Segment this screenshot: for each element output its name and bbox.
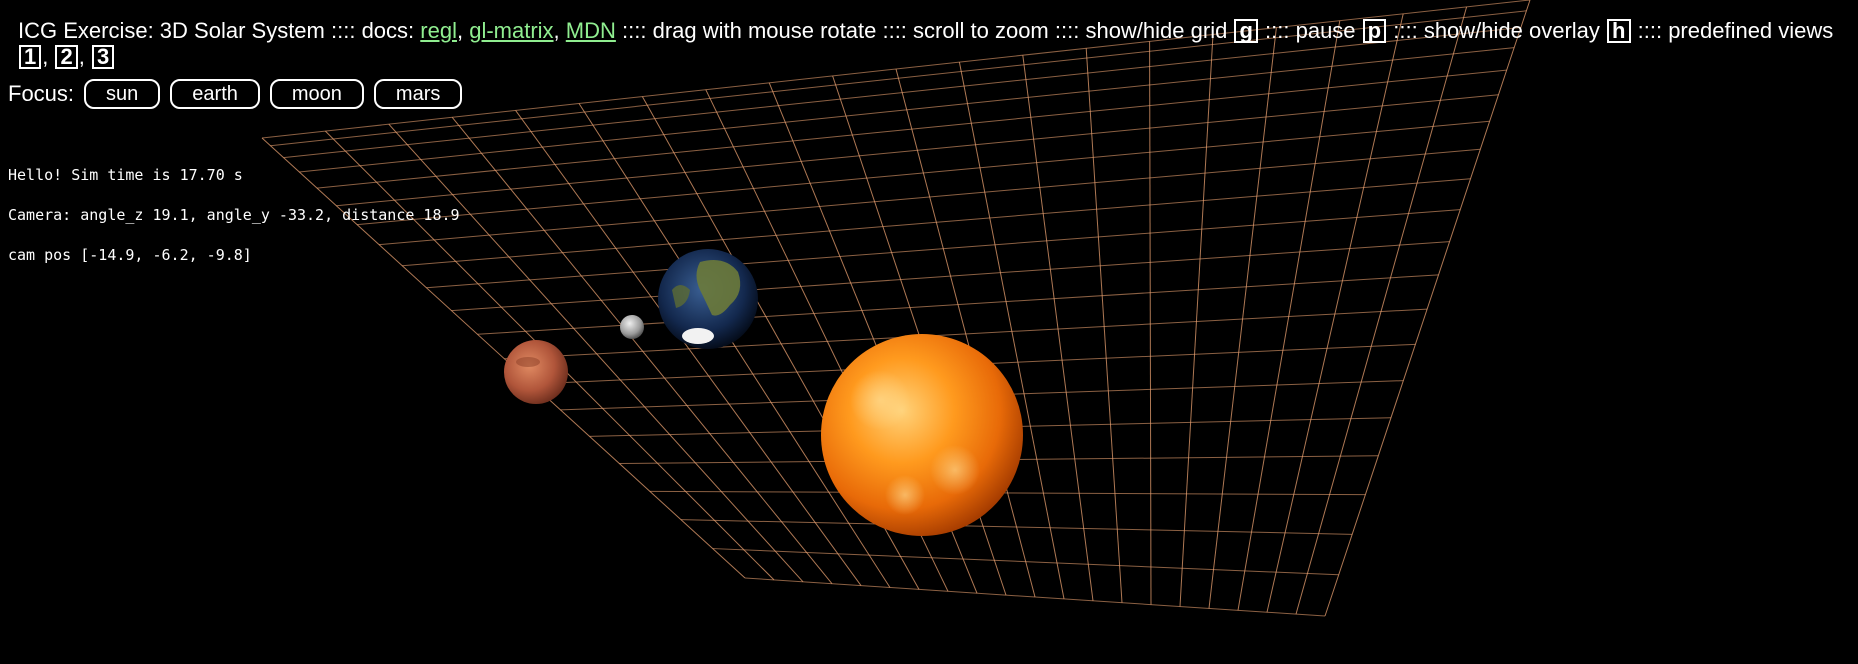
- instructions-bar: ICG Exercise: 3D Solar System :::: docs:…: [18, 18, 1834, 69]
- link-gl-matrix[interactable]: gl-matrix: [469, 18, 553, 43]
- grid-line: [451, 116, 833, 585]
- focus-moon-button[interactable]: moon: [269, 79, 364, 109]
- grid-line: [1149, 41, 1152, 605]
- key-1: 1: [19, 45, 42, 69]
- sim-time-text: Hello! Sim time is 17.70 s: [8, 166, 243, 184]
- grid-line: [680, 519, 1353, 535]
- earth-planet: [658, 249, 758, 349]
- key-g: g: [1234, 19, 1258, 43]
- focus-mars-button[interactable]: mars: [373, 79, 463, 109]
- focus-label: Focus:: [8, 81, 75, 106]
- key-p: p: [1362, 19, 1387, 43]
- focus-sun-button[interactable]: sun: [84, 79, 161, 109]
- page-title: ICG Exercise: 3D Solar System: [18, 18, 325, 43]
- grid-line: [578, 103, 891, 588]
- grid-line: [1295, 6, 1468, 615]
- key-3: 3: [91, 45, 115, 69]
- grid-line: [1237, 20, 1341, 611]
- grid-line: [1266, 13, 1404, 613]
- mars-planet: [504, 340, 568, 404]
- sun-star: [821, 334, 1023, 536]
- camera-angles-text: Camera: angle_z 19.1, angle_y -33.2, dis…: [8, 206, 460, 224]
- grid-line: [1324, 0, 1531, 617]
- link-regl[interactable]: regl: [420, 18, 457, 43]
- moon-body: [620, 315, 644, 339]
- focus-bar: Focus: sun earth moon mars: [8, 79, 463, 109]
- key-2: 2: [55, 45, 78, 69]
- debug-overlay: Hello! Sim time is 17.70 s Camera: angle…: [8, 145, 460, 285]
- camera-position-text: cam pos [-14.9, -6.2, -9.8]: [8, 246, 252, 264]
- grid-line: [712, 548, 1339, 576]
- grid-line: [744, 577, 1326, 617]
- focus-earth-button[interactable]: earth: [170, 79, 260, 109]
- key-h: h: [1607, 19, 1631, 43]
- link-mdn[interactable]: MDN: [566, 18, 616, 43]
